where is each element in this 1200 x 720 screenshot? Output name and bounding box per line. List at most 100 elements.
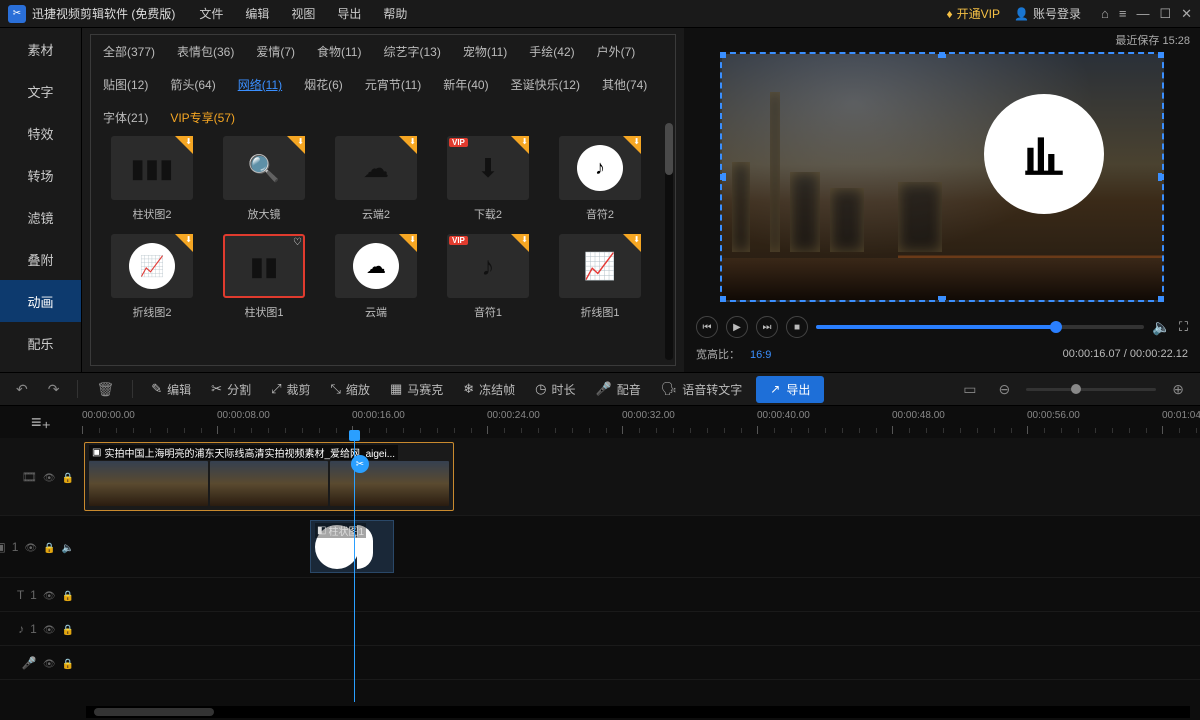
menu-help[interactable]: 帮助 <box>383 5 407 22</box>
sidebar-item-3[interactable]: 转场 <box>0 154 81 196</box>
scale-button[interactable]: ⤡缩放 <box>325 378 376 401</box>
resize-handle[interactable] <box>1158 173 1164 181</box>
speaker-icon[interactable] <box>62 540 74 554</box>
export-button[interactable]: ↗导出 <box>756 376 824 403</box>
asset-thumb[interactable]: ▮▮♡ <box>223 234 305 298</box>
lock-icon[interactable] <box>43 540 55 554</box>
sidebar-item-4[interactable]: 滤镜 <box>0 196 81 238</box>
sidebar-item-5[interactable]: 叠附 <box>0 238 81 280</box>
asset-thumb[interactable]: 📈 <box>111 234 193 298</box>
eye-icon[interactable] <box>43 656 56 670</box>
category-chip[interactable]: 字体(21) <box>103 109 148 126</box>
favorite-icon[interactable]: ♡ <box>293 237 302 248</box>
mosaic-button[interactable]: ▦马赛克 <box>384 378 449 401</box>
sidebar-item-6[interactable]: 动画 <box>0 280 81 322</box>
eye-icon[interactable] <box>24 540 37 554</box>
asset-thumb[interactable]: ☁ <box>335 136 417 200</box>
eye-icon[interactable] <box>43 622 56 636</box>
lock-icon[interactable] <box>62 588 74 602</box>
seek-bar[interactable] <box>816 325 1144 329</box>
resize-handle[interactable] <box>938 52 946 58</box>
zoom-in-icon[interactable]: ⊕ <box>1166 378 1190 401</box>
play-button[interactable]: ▶ <box>726 316 748 338</box>
vip-button[interactable]: ♦ 开通VIP <box>947 5 1000 22</box>
asset-thumb[interactable]: ▮▮▮ <box>111 136 193 200</box>
menu-export[interactable]: 导出 <box>337 5 361 22</box>
category-chip[interactable]: VIP专享(57) <box>170 109 235 126</box>
category-chip[interactable]: 其他(74) <box>602 76 647 93</box>
resize-handle[interactable] <box>1158 296 1164 302</box>
category-chip[interactable]: 户外(7) <box>597 43 636 60</box>
lock-icon[interactable] <box>62 470 74 484</box>
menu-view[interactable]: 视图 <box>291 5 315 22</box>
audio-track[interactable]: ♪1 <box>0 612 1200 646</box>
login-button[interactable]: 👤 账号登录 <box>1014 5 1081 22</box>
crop-button[interactable]: ⤢裁剪 <box>265 378 316 401</box>
playhead[interactable] <box>354 436 355 702</box>
asset-thumb[interactable]: ♪ <box>559 136 641 200</box>
next-frame-button[interactable]: ⏭ <box>756 316 778 338</box>
time-ruler[interactable]: 00:00:00.0000:00:08.0000:00:16.0000:00:2… <box>82 406 1200 438</box>
zoom-slider[interactable] <box>1026 388 1156 391</box>
video-track[interactable]: 🎞 ▣实拍中国上海明亮的浦东天际线高清实拍视频素材_爱给网_aigei... ✂ <box>0 438 1200 516</box>
category-chip[interactable]: 贴图(12) <box>103 76 148 93</box>
eye-icon[interactable] <box>43 588 56 602</box>
asset-thumb[interactable]: ☁ <box>335 234 417 298</box>
asset-thumb[interactable]: ⬇VIP <box>447 136 529 200</box>
sidebar-item-7[interactable]: 配乐 <box>0 322 81 364</box>
category-chip[interactable]: 综艺字(13) <box>383 43 440 60</box>
resize-handle[interactable] <box>720 296 726 302</box>
category-chip[interactable]: 新年(40) <box>443 76 488 93</box>
sidebar-item-2[interactable]: 特效 <box>0 112 81 154</box>
scrollbar-handle[interactable] <box>94 708 214 716</box>
delete-button[interactable]: 🗑 <box>90 378 120 401</box>
volume-icon[interactable]: 🔈 <box>1152 318 1171 336</box>
canvas-sticker[interactable] <box>984 94 1104 214</box>
edit-button[interactable]: ✎编辑 <box>145 378 197 401</box>
asset-thumb[interactable]: 🔍 <box>223 136 305 200</box>
category-chip[interactable]: 食物(11) <box>317 43 361 60</box>
menu-file[interactable]: 文件 <box>199 5 223 22</box>
video-clip[interactable]: ▣实拍中国上海明亮的浦东天际线高清实拍视频素材_爱给网_aigei... ✂ <box>84 442 454 511</box>
lock-icon[interactable] <box>62 656 74 670</box>
fit-icon[interactable]: ▭ <box>957 378 982 401</box>
freeze-button[interactable]: ❄冻结帧 <box>457 378 521 401</box>
eye-icon[interactable] <box>43 470 56 484</box>
menu-edit[interactable]: 编辑 <box>245 5 269 22</box>
mic-track[interactable]: 🎤 <box>0 646 1200 680</box>
split-button[interactable]: ✂分割 <box>205 378 257 401</box>
scrollbar-handle[interactable] <box>665 123 673 175</box>
category-chip[interactable]: 手绘(42) <box>529 43 574 60</box>
dub-button[interactable]: 🎤配音 <box>590 378 647 401</box>
category-chip[interactable]: 爱情(7) <box>256 43 295 60</box>
home-icon[interactable]: ⌂ <box>1101 6 1109 22</box>
category-chip[interactable]: 全部(377) <box>103 43 155 60</box>
zoom-out-icon[interactable]: ⊖ <box>993 378 1017 401</box>
asset-thumb[interactable]: ♪VIP <box>447 234 529 298</box>
category-chip[interactable]: 箭头(64) <box>170 76 215 93</box>
category-chip[interactable]: 圣诞快乐(12) <box>511 76 580 93</box>
close-icon[interactable]: ✕ <box>1181 6 1192 22</box>
maximize-icon[interactable]: ☐ <box>1159 6 1171 22</box>
category-chip[interactable]: 烟花(6) <box>304 76 343 93</box>
category-chip[interactable]: 元宵节(11) <box>365 76 421 93</box>
lock-icon[interactable] <box>62 622 74 636</box>
resize-handle[interactable] <box>720 173 726 181</box>
seek-knob[interactable] <box>1050 321 1062 333</box>
redo-button[interactable]: ↷ <box>42 378 66 401</box>
stop-button[interactable]: ■ <box>786 316 808 338</box>
zoom-knob[interactable] <box>1071 384 1081 394</box>
object-track[interactable]: ▣1 ◧柱状图1 <box>0 516 1200 578</box>
resize-handle[interactable] <box>720 52 726 58</box>
timeline-scrollbar[interactable] <box>86 706 1190 718</box>
category-chip[interactable]: 网络(11) <box>238 76 282 93</box>
asset-thumb[interactable]: 📈 <box>559 234 641 298</box>
preview-canvas[interactable] <box>720 52 1164 302</box>
text-track[interactable]: T1 <box>0 578 1200 612</box>
minimize-icon[interactable]: ― <box>1136 6 1149 22</box>
fullscreen-icon[interactable]: ⛶ <box>1179 319 1188 335</box>
undo-button[interactable]: ↶ <box>10 378 34 401</box>
sidebar-item-0[interactable]: 素材 <box>0 28 81 70</box>
asset-scrollbar[interactable] <box>665 123 673 361</box>
sidebar-item-1[interactable]: 文字 <box>0 70 81 112</box>
